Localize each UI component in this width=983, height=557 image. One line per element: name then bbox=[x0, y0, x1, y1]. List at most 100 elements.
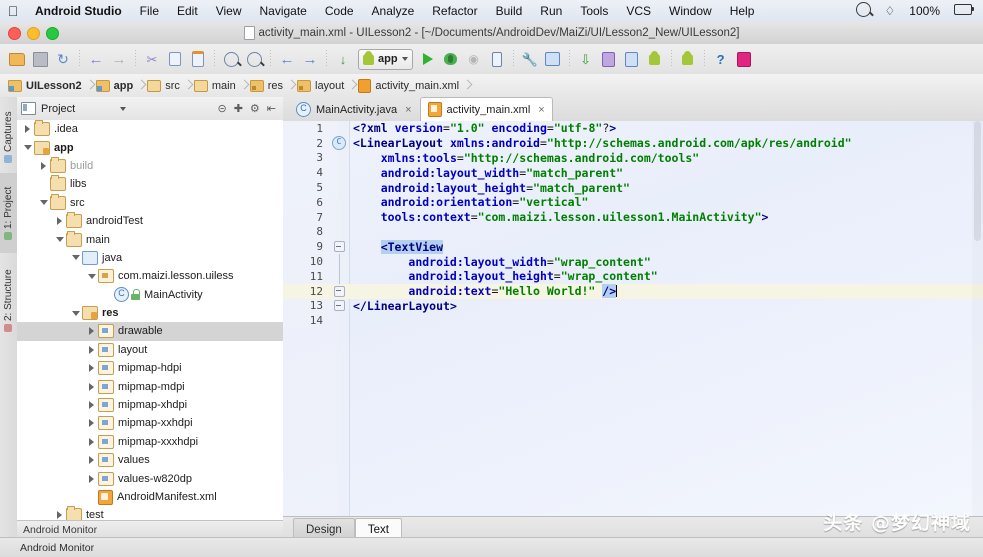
code-line-2[interactable]: 2 C <LinearLayout xmlns:android="http://sc… bbox=[283, 136, 983, 151]
tree-item-com-maizi-lesson-uiless[interactable]: com.maizi.lesson.uiless bbox=[17, 267, 283, 285]
close-icon[interactable]: × bbox=[405, 104, 411, 116]
help-icon[interactable]: ? bbox=[710, 48, 732, 70]
tree-item-build[interactable]: build bbox=[17, 156, 283, 175]
breadcrumb-item-uilesson2[interactable]: UILesson2 bbox=[6, 74, 87, 97]
chevron-down-icon[interactable] bbox=[120, 106, 127, 111]
chevron-right-icon[interactable] bbox=[85, 359, 98, 377]
chevron-down-icon[interactable] bbox=[53, 231, 66, 249]
chevron-down-icon[interactable] bbox=[69, 249, 82, 267]
gutter-fold-line[interactable] bbox=[329, 268, 349, 284]
tree-item-mipmap-xhdpi[interactable]: mipmap-xhdpi bbox=[17, 396, 283, 414]
tree-item-mipmap-hdpi[interactable]: mipmap-hdpi bbox=[17, 359, 283, 377]
settings-gear-icon[interactable]: ⚙ bbox=[250, 102, 260, 115]
chevron-right-icon[interactable] bbox=[85, 414, 98, 432]
menu-item-window[interactable]: Window bbox=[660, 4, 721, 18]
save-icon[interactable] bbox=[29, 48, 51, 70]
chevron-right-icon[interactable] bbox=[85, 470, 98, 488]
sdk-manager-icon[interactable]: 🔧 bbox=[519, 48, 541, 70]
tree-item-androidtest[interactable]: androidTest bbox=[17, 212, 283, 230]
android-icon[interactable] bbox=[644, 48, 666, 70]
collapse-all-icon[interactable]: ⊝ bbox=[217, 102, 226, 115]
scrollbar-thumb[interactable] bbox=[974, 121, 981, 241]
menu-item-code[interactable]: Code bbox=[316, 4, 363, 18]
chevron-down-icon[interactable] bbox=[37, 194, 50, 212]
debug-icon[interactable] bbox=[440, 48, 462, 70]
code-editor[interactable]: 1 <?xml version="1.0" encoding="utf-8"?> 2… bbox=[283, 121, 983, 516]
android-monitor-icon[interactable] bbox=[598, 48, 620, 70]
close-window-button[interactable] bbox=[8, 27, 21, 40]
code-line-14[interactable]: 14 bbox=[283, 313, 983, 328]
sidebar-item-structure[interactable]: 2: Structure bbox=[0, 251, 17, 351]
chevron-right-icon[interactable] bbox=[85, 396, 98, 414]
tree-item-src[interactable]: src bbox=[17, 193, 283, 212]
gutter-fold[interactable] bbox=[329, 241, 349, 253]
code-line-9[interactable]: 9 <TextView bbox=[283, 239, 983, 254]
code-line-8[interactable]: 8 bbox=[283, 225, 983, 240]
gutter-fold[interactable] bbox=[329, 300, 349, 312]
code-line-1[interactable]: 1 <?xml version="1.0" encoding="utf-8"?> bbox=[283, 121, 983, 136]
gutter-marker[interactable]: C bbox=[329, 136, 349, 151]
fold-toggle-icon[interactable] bbox=[333, 300, 345, 312]
tree-item-libs[interactable]: libs bbox=[17, 175, 283, 193]
tree-item-mipmap-xxxhdpi[interactable]: mipmap-xxxhdpi bbox=[17, 433, 283, 451]
chevron-right-icon[interactable] bbox=[85, 433, 98, 451]
sidebar-item-captures[interactable]: Captures bbox=[0, 99, 17, 175]
tree-item-main[interactable]: main bbox=[17, 230, 283, 248]
chevron-down-icon[interactable] bbox=[85, 267, 98, 285]
tree-item-layout[interactable]: layout bbox=[17, 341, 283, 359]
hide-panel-icon[interactable]: ⇤ bbox=[267, 102, 276, 115]
tree-item-androidmanifest-xml[interactable]: AndroidManifest.xml bbox=[17, 488, 283, 506]
gradle-sync-icon[interactable]: ↓ bbox=[332, 48, 354, 70]
editor-vertical-scrollbar[interactable] bbox=[972, 121, 983, 516]
gutter-fold-line[interactable] bbox=[329, 254, 349, 270]
tree-item-mipmap-xxhdpi[interactable]: mipmap-xxhdpi bbox=[17, 414, 283, 432]
close-icon[interactable]: × bbox=[538, 104, 544, 116]
sync-project-icon[interactable]: ⇩ bbox=[575, 48, 597, 70]
menu-item-edit[interactable]: Edit bbox=[168, 4, 207, 18]
context-marker-icon[interactable]: C bbox=[332, 136, 346, 151]
menu-app-name[interactable]: Android Studio bbox=[26, 4, 131, 18]
tree-item-drawable[interactable]: drawable bbox=[17, 322, 283, 341]
menu-item-navigate[interactable]: Navigate bbox=[250, 4, 315, 18]
spotlight-search-icon[interactable] bbox=[849, 2, 878, 20]
minimize-window-button[interactable] bbox=[27, 27, 40, 40]
menu-item-build[interactable]: Build bbox=[487, 4, 532, 18]
tree-item-values-w820dp[interactable]: values-w820dp bbox=[17, 469, 283, 487]
code-line-7[interactable]: 7 tools:context="com.maizi.lesson.uiless… bbox=[283, 210, 983, 225]
code-line-10[interactable]: 10 android:layout_width="wrap_content" bbox=[283, 254, 983, 270]
redo-icon[interactable]: → bbox=[108, 48, 130, 70]
find-icon[interactable] bbox=[220, 48, 242, 70]
chevron-right-icon[interactable] bbox=[85, 451, 98, 469]
breadcrumb-item-activity-main-xml[interactable]: activity_main.xml bbox=[356, 74, 464, 97]
tree-item-res[interactable]: res bbox=[17, 304, 283, 322]
tree-item-app[interactable]: app bbox=[17, 138, 283, 156]
code-line-5[interactable]: 5 android:layout_height="match_parent" bbox=[283, 180, 983, 195]
copy-icon[interactable] bbox=[164, 48, 186, 70]
project-tree[interactable]: .idea app build libs src androidTest main java c… bbox=[17, 120, 283, 521]
chevron-right-icon[interactable] bbox=[85, 322, 98, 340]
code-line-6[interactable]: 6 android:orientation="vertical" bbox=[283, 195, 983, 210]
forward-icon[interactable]: → bbox=[299, 48, 321, 70]
fold-toggle-icon[interactable] bbox=[333, 241, 345, 253]
code-line-11[interactable]: 11 android:layout_height="wrap_content" bbox=[283, 268, 983, 284]
apple-logo-icon[interactable]:  bbox=[0, 4, 26, 18]
menu-item-refactor[interactable]: Refactor bbox=[423, 4, 486, 18]
breadcrumb-item-app[interactable]: app bbox=[94, 74, 139, 97]
chevron-down-icon[interactable] bbox=[21, 139, 34, 157]
chevron-right-icon[interactable] bbox=[85, 378, 98, 396]
gutter-fold[interactable] bbox=[329, 285, 349, 297]
tree-item-java[interactable]: java bbox=[17, 249, 283, 267]
scroll-from-source-icon[interactable]: ✚ bbox=[234, 102, 243, 115]
layout-inspector-icon[interactable] bbox=[733, 48, 755, 70]
chevron-right-icon[interactable] bbox=[53, 212, 66, 230]
maximize-window-button[interactable] bbox=[46, 27, 59, 40]
device-icon[interactable] bbox=[486, 48, 508, 70]
breadcrumb-item-src[interactable]: src bbox=[145, 74, 185, 97]
android-device-monitor-icon[interactable] bbox=[621, 48, 643, 70]
chevron-down-icon[interactable] bbox=[69, 304, 82, 322]
tree-item-mipmap-mdpi[interactable]: mipmap-mdpi bbox=[17, 377, 283, 395]
menu-item-help[interactable]: Help bbox=[721, 4, 764, 18]
chevron-right-icon[interactable] bbox=[53, 506, 66, 521]
menu-item-view[interactable]: View bbox=[207, 4, 251, 18]
tree-item-values[interactable]: values bbox=[17, 451, 283, 469]
